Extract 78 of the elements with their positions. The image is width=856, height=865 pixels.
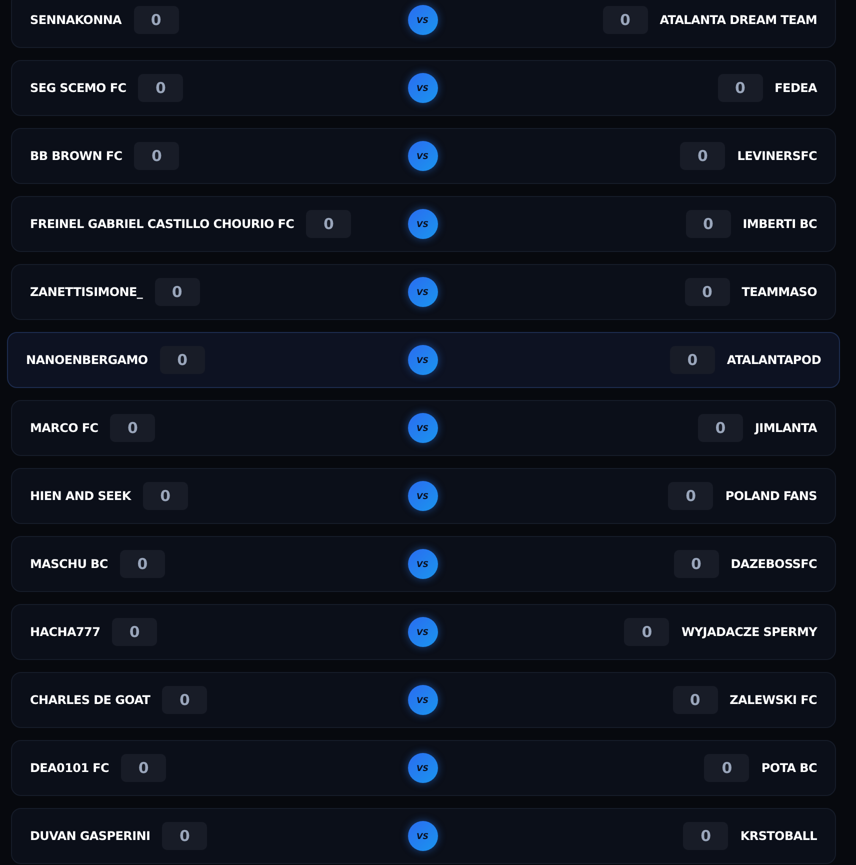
vs-badge: VS: [408, 413, 438, 443]
vs-badge: VS: [408, 685, 438, 715]
away-team-name: TEAMMASO: [742, 285, 817, 299]
vs-badge: VS: [408, 617, 438, 647]
away-score: 0: [698, 414, 743, 442]
away-score: 0: [686, 210, 731, 238]
vs-badge: VS: [408, 345, 438, 375]
home-score: 0: [134, 6, 179, 34]
vs-badge: VS: [408, 209, 438, 239]
home-score: 0: [160, 346, 205, 374]
away-score: 0: [718, 74, 763, 102]
vs-badge: VS: [408, 549, 438, 579]
away-team-name: DAZEBOSSFC: [730, 557, 817, 571]
away-score: 0: [670, 346, 715, 374]
home-score: 0: [120, 550, 165, 578]
away-score: 0: [624, 618, 670, 646]
home-score: 0: [142, 482, 188, 510]
home-score: 0: [162, 686, 208, 714]
match-card[interactable]: SENNAKONNA 0 VS 0 ATALANTA DREAM TEAM: [11, 0, 836, 48]
home-team-name: CHARLES DE GOAT: [30, 693, 150, 707]
match-card[interactable]: SEG SCEMO FC 0 VS 0 FEDEA: [11, 60, 836, 116]
away-score: 0: [668, 482, 714, 510]
match-card[interactable]: DEA0101 FC 0 VS 0 POTA BC: [11, 740, 836, 796]
away-team-name: ATALANTAPOD: [726, 353, 821, 367]
match-card[interactable]: HACHA777 0 VS 0 WYJADACZE SPERMY: [11, 604, 836, 660]
away-score: 0: [672, 686, 718, 714]
away-score: 0: [684, 278, 730, 306]
home-score: 0: [112, 618, 158, 646]
vs-badge: VS: [408, 73, 438, 103]
away-team-name: JIMLANTA: [755, 421, 817, 435]
away-team-name: POTA BC: [761, 761, 817, 775]
home-team-name: SENNAKONNA: [30, 13, 122, 27]
away-team-name: FEDEA: [774, 81, 817, 95]
home-score: 0: [134, 142, 180, 170]
home-team-name: HIEN AND SEEK: [30, 489, 131, 503]
away-team-name: ZALEWSKI FC: [730, 693, 817, 707]
match-card[interactable]: FREINEL GABRIEL CASTILLO CHOURIO FC 0 VS 0 IMBERTI BC: [11, 196, 836, 252]
away-team-name: KRSTOBALL: [740, 829, 817, 843]
match-card[interactable]: NANOENBERGAMO 0 VS 0 ATALANTAPOD: [7, 332, 840, 388]
home-team-name: ZANETTISIMONE_: [30, 285, 143, 299]
vs-badge: VS: [408, 277, 438, 307]
away-team-name: POLAND FANS: [725, 489, 817, 503]
match-card[interactable]: ZANETTISIMONE_ 0 VS 0 TEAMMASO: [11, 264, 836, 320]
away-team-name: ATALANTA DREAM TEAM: [660, 13, 817, 27]
match-card[interactable]: BB BROWN FC 0 VS 0 LEVINERSFC: [11, 128, 836, 184]
home-team-name: DEA0101 FC: [30, 761, 110, 775]
match-card[interactable]: DUVAN GASPERINI 0 VS 0 KRSTOBALL: [11, 808, 836, 864]
away-team-name: IMBERTI BC: [742, 217, 817, 231]
match-card[interactable]: CHARLES DE GOAT 0 VS 0 ZALEWSKI FC: [11, 672, 836, 728]
home-team-name: NANOENBERGAMO: [26, 353, 148, 367]
home-team-name: MARCO FC: [30, 421, 98, 435]
away-score: 0: [680, 142, 726, 170]
vs-badge: VS: [408, 753, 438, 783]
home-score: 0: [306, 210, 352, 238]
home-score: 0: [121, 754, 166, 782]
home-team-name: BB BROWN FC: [30, 149, 122, 163]
home-score: 0: [138, 74, 184, 102]
away-team-name: WYJADACZE SPERMY: [681, 625, 817, 639]
home-score: 0: [154, 278, 200, 306]
match-card[interactable]: MASCHU BC 0 VS 0 DAZEBOSSFC: [11, 536, 836, 592]
away-score: 0: [704, 754, 750, 782]
home-team-name: FREINEL GABRIEL CASTILLO CHOURIO FC: [30, 217, 294, 231]
home-score: 0: [162, 822, 208, 850]
home-team-name: MASCHU BC: [30, 557, 108, 571]
home-team-name: HACHA777: [30, 625, 100, 639]
away-score: 0: [683, 822, 728, 850]
home-team-name: SEG SCEMO FC: [30, 81, 126, 95]
away-team-name: LEVINERSFC: [737, 149, 817, 163]
home-score: 0: [110, 414, 156, 442]
home-team-name: DUVAN GASPERINI: [30, 829, 150, 843]
match-card[interactable]: MARCO FC 0 VS 0 JIMLANTA: [11, 400, 836, 456]
match-card[interactable]: HIEN AND SEEK 0 VS 0 POLAND FANS: [11, 468, 836, 524]
vs-badge: VS: [408, 5, 438, 35]
away-score: 0: [602, 6, 648, 34]
away-score: 0: [674, 550, 719, 578]
vs-badge: VS: [408, 141, 438, 171]
vs-badge: VS: [408, 481, 438, 511]
vs-badge: VS: [408, 821, 438, 851]
